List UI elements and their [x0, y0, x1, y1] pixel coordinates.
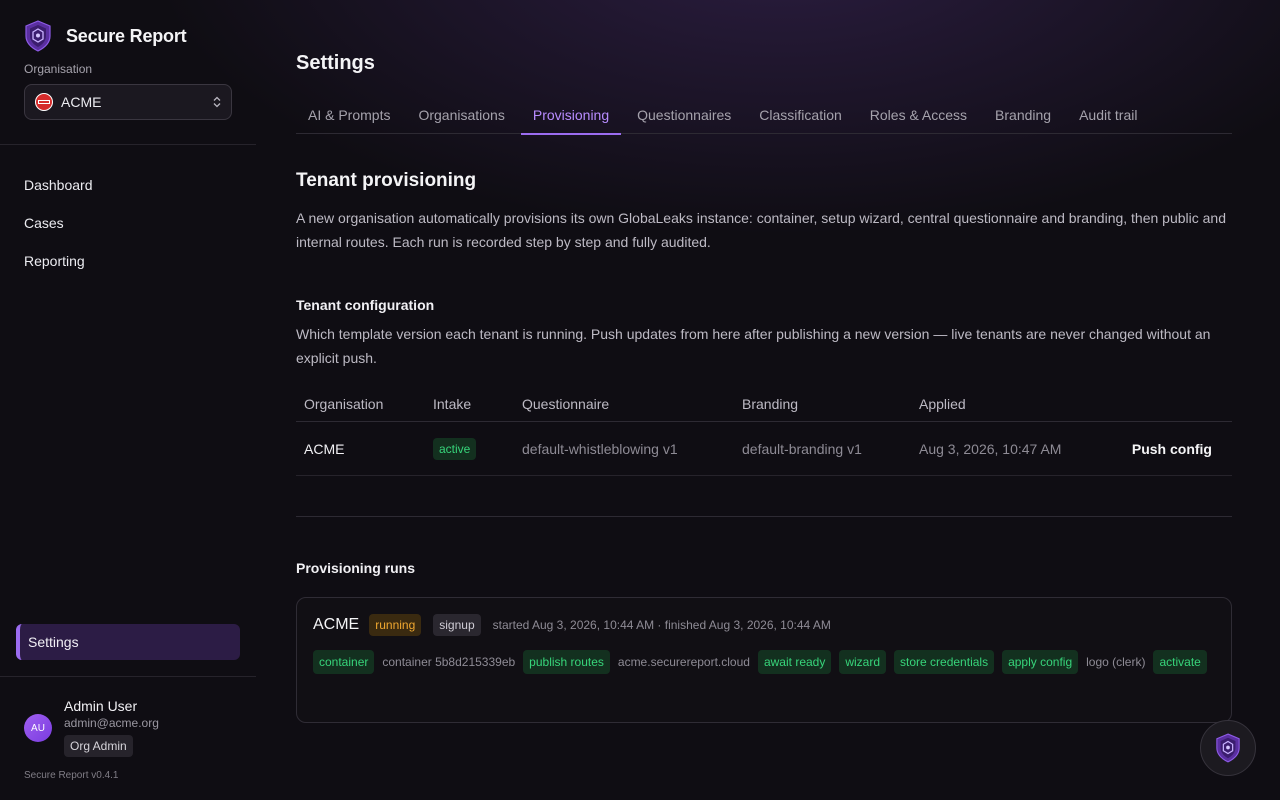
- app-version: Secure Report v0.4.1: [24, 770, 119, 781]
- provisioning-run-card: ACME running signup started Aug 3, 2026,…: [296, 597, 1232, 723]
- tab-organisations[interactable]: Organisations: [406, 96, 516, 134]
- tab-provisioning[interactable]: Provisioning: [520, 96, 622, 135]
- step-wizard-badge: wizard: [839, 650, 887, 674]
- sidebar-item-cases[interactable]: Cases: [24, 204, 93, 242]
- shield-logo-icon: [1216, 733, 1240, 763]
- user-email: admin@acme.org: [64, 716, 159, 730]
- step-routes-detail: acme.securereport.cloud: [617, 655, 750, 669]
- provisioning-runs-title: Provisioning runs: [296, 560, 416, 576]
- chevron-up-down-icon: [213, 96, 221, 108]
- cell-organisation: ACME: [304, 440, 345, 457]
- push-config-button[interactable]: Push config: [1132, 441, 1212, 457]
- tab-classification[interactable]: Classification: [747, 96, 853, 134]
- column-header-organisation: Organisation: [304, 395, 384, 412]
- assistant-fab-button[interactable]: [1200, 720, 1256, 776]
- acme-wordmark-icon: [38, 100, 50, 104]
- cell-branding: default-branding v1: [742, 440, 862, 457]
- cell-applied: Aug 3, 2026, 10:47 AM: [919, 440, 1062, 457]
- step-container-badge: container: [313, 650, 375, 674]
- sidebar-nav: Dashboard Cases Reporting: [24, 166, 93, 280]
- page-title: Settings: [296, 52, 375, 74]
- brand[interactable]: Secure Report: [24, 20, 187, 52]
- table-row: ACME active default-whistleblowing v1 de…: [296, 422, 1232, 476]
- sidebar: Secure Report Organisation ACME Dashboar…: [0, 0, 256, 800]
- organisation-select-value: ACME: [61, 94, 102, 110]
- cell-intake: active: [425, 437, 514, 460]
- tab-branding[interactable]: Branding: [983, 96, 1063, 134]
- settings-tabs: AI & Prompts Organisations Provisioning …: [296, 96, 1232, 135]
- tenant-configuration-title: Tenant configuration: [296, 297, 435, 313]
- sidebar-item-settings[interactable]: Settings: [16, 624, 240, 660]
- tenant-configuration-table: Organisation Intake Questionnaire Brandi…: [296, 386, 1232, 476]
- cell-questionnaire: default-whistleblowing v1: [522, 440, 678, 457]
- run-trigger-badge: signup: [433, 614, 481, 636]
- brand-name: Secure Report: [66, 25, 187, 46]
- intake-status-badge: active: [433, 437, 477, 460]
- step-apply-config-badge: apply config: [1002, 650, 1079, 674]
- tenant-configuration-description: Which template version each tenant is ru…: [296, 326, 1211, 366]
- avatar: AU: [24, 714, 52, 742]
- column-header-questionnaire: Questionnaire: [522, 395, 610, 412]
- user-profile[interactable]: AU Admin User admin@acme.org Org Admin: [24, 698, 159, 757]
- sidebar-item-reporting[interactable]: Reporting: [24, 242, 93, 280]
- step-store-credentials-badge: store credentials: [894, 650, 995, 674]
- acme-logo-icon: [35, 93, 53, 111]
- user-info: Admin User admin@acme.org Org Admin: [64, 698, 159, 757]
- shield-logo-icon: [25, 20, 51, 52]
- tab-ai-prompts[interactable]: AI & Prompts: [296, 96, 402, 134]
- section-divider: [296, 516, 1232, 517]
- organisation-select[interactable]: ACME: [24, 84, 232, 120]
- run-header: ACME running signup started Aug 3, 2026,…: [313, 614, 831, 636]
- column-header-branding: Branding: [742, 395, 799, 412]
- run-timestamps: started Aug 3, 2026, 10:44 AM · finished…: [492, 618, 831, 632]
- table-header: Organisation Intake Questionnaire Brandi…: [296, 386, 1232, 422]
- column-header-intake: Intake: [433, 395, 472, 412]
- tab-questionnaires[interactable]: Questionnaires: [625, 96, 743, 134]
- step-await-ready-badge: await ready: [757, 650, 832, 674]
- organisation-label: Organisation: [24, 62, 93, 76]
- sidebar-item-dashboard[interactable]: Dashboard: [24, 166, 93, 204]
- step-publish-routes-badge: publish routes: [523, 650, 610, 674]
- run-organisation: ACME: [313, 616, 360, 633]
- sidebar-divider: [0, 144, 256, 145]
- sidebar-divider: [0, 676, 256, 677]
- tab-audit-trail[interactable]: Audit trail: [1067, 96, 1149, 134]
- tab-roles-access[interactable]: Roles & Access: [858, 96, 979, 134]
- step-apply-config-detail: logo (clerk): [1086, 655, 1146, 669]
- run-steps: container container 5b8d215339eb publish…: [313, 650, 1213, 674]
- cell-actions: Push config: [1102, 441, 1232, 457]
- role-badge: Org Admin: [64, 735, 133, 757]
- step-activate-badge: activate: [1153, 650, 1207, 674]
- user-name: Admin User: [64, 698, 138, 714]
- section-title: Tenant provisioning: [296, 170, 477, 191]
- step-container-detail: container 5b8d215339eb: [382, 655, 516, 669]
- run-status-badge: running: [369, 614, 422, 636]
- column-header-applied: Applied: [919, 395, 966, 412]
- section-description: A new organisation automatically provisi…: [296, 210, 1227, 250]
